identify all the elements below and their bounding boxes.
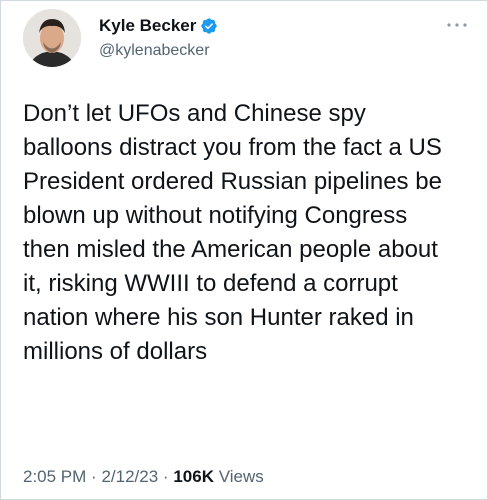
author-name[interactable]: Kyle Becker — [99, 16, 196, 36]
views-count: 106K — [173, 467, 214, 486]
author-handle[interactable]: @kylenabecker — [99, 41, 210, 61]
meta-separator: · — [91, 467, 97, 486]
meta-separator: · — [162, 467, 169, 486]
tweet-meta: 2:05 PM · 2/12/23 · 106K Views — [23, 467, 264, 487]
tweet-date[interactable]: 2/12/23 — [101, 467, 158, 486]
more-options-icon[interactable] — [445, 19, 469, 31]
views-label: Views — [218, 467, 264, 486]
verified-badge-icon — [201, 18, 218, 34]
tweet-time[interactable]: 2:05 PM — [23, 467, 86, 486]
avatar-image — [23, 9, 81, 67]
author-name-row[interactable]: Kyle Becker — [99, 16, 218, 36]
tweet-card: Kyle Becker @kylenabecker Don’t let UFOs… — [0, 0, 488, 500]
avatar[interactable] — [23, 9, 81, 67]
tweet-text: Don’t let UFOs and Chinese spy balloons … — [23, 100, 442, 365]
